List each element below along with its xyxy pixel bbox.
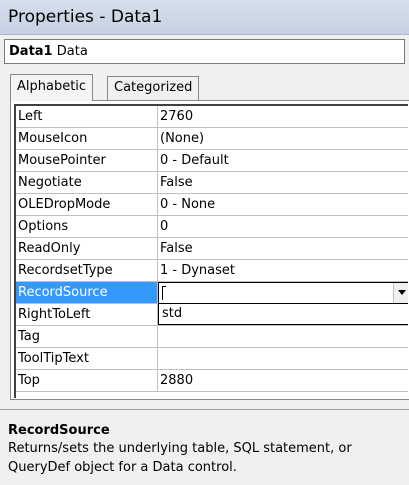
dropdown-button[interactable] — [393, 283, 408, 303]
property-row[interactable]: Negotiate False — [16, 172, 408, 194]
window-title: Properties - Data1 — [0, 0, 409, 35]
object-type: Data — [56, 44, 88, 59]
property-grid: Left 2760 MouseIcon (None) MousePointer … — [10, 100, 409, 400]
property-value[interactable] — [158, 326, 408, 347]
property-value[interactable] — [158, 348, 408, 369]
description-title: RecordSource — [8, 423, 110, 438]
property-row[interactable]: Options 0 — [16, 216, 408, 238]
property-value[interactable]: False — [158, 238, 408, 259]
property-row[interactable]: MouseIcon (None) — [16, 128, 408, 150]
property-name: Top — [16, 370, 158, 391]
description-text: Returns/sets the underlying table, SQL s… — [8, 441, 352, 475]
property-name: Options — [16, 216, 158, 237]
property-row[interactable]: OLEDropMode 0 - None — [16, 194, 408, 216]
object-selector[interactable]: Data1 Data — [4, 39, 405, 64]
record-source-input[interactable] — [158, 282, 408, 304]
property-row[interactable]: ToolTipText — [16, 348, 408, 370]
property-row[interactable]: RecordsetType 1 - Dynaset — [16, 260, 408, 282]
text-caret — [162, 286, 163, 300]
property-name: Negotiate — [16, 172, 158, 193]
chevron-down-icon — [398, 290, 406, 295]
property-row[interactable]: RightToLeft std — [16, 303, 408, 326]
property-value[interactable]: 1 - Dynaset — [158, 260, 408, 281]
property-row[interactable]: ReadOnly False — [16, 238, 408, 260]
property-row[interactable]: MousePointer 0 - Default — [16, 150, 408, 172]
property-row[interactable]: Tag — [16, 326, 408, 348]
property-value[interactable]: 2760 — [158, 106, 408, 127]
property-name: OLEDropMode — [16, 194, 158, 215]
property-name: ToolTipText — [16, 348, 158, 369]
property-name: Left — [16, 106, 158, 127]
tab-alphabetic[interactable]: Alphabetic — [10, 74, 94, 101]
tab-categorized[interactable]: Categorized — [107, 76, 200, 100]
property-row-selected[interactable]: RecordSource — [16, 282, 408, 304]
object-name: Data1 — [9, 44, 53, 59]
property-value[interactable]: 0 — [158, 216, 408, 237]
property-name: MouseIcon — [16, 128, 158, 149]
property-row[interactable]: Left 2760 — [16, 106, 408, 128]
property-grid-inner: Left 2760 MouseIcon (None) MousePointer … — [14, 104, 408, 398]
property-value[interactable]: 0 - Default — [158, 150, 408, 171]
property-name: MousePointer — [16, 150, 158, 171]
property-name: Tag — [16, 326, 158, 347]
description-pane: RecordSource Returns/sets the underlying… — [0, 409, 409, 485]
property-name: ReadOnly — [16, 238, 158, 259]
property-name: RecordSource — [16, 282, 158, 303]
property-name: RecordsetType — [16, 260, 158, 281]
dropdown-list-item[interactable]: std — [158, 303, 408, 325]
property-row[interactable]: Top 2880 — [16, 370, 408, 392]
property-value[interactable]: (None) — [158, 128, 408, 149]
property-value[interactable]: 0 - None — [158, 194, 408, 215]
property-value[interactable]: False — [158, 172, 408, 193]
property-name: RightToLeft — [16, 304, 158, 325]
property-value[interactable]: 2880 — [158, 370, 408, 391]
